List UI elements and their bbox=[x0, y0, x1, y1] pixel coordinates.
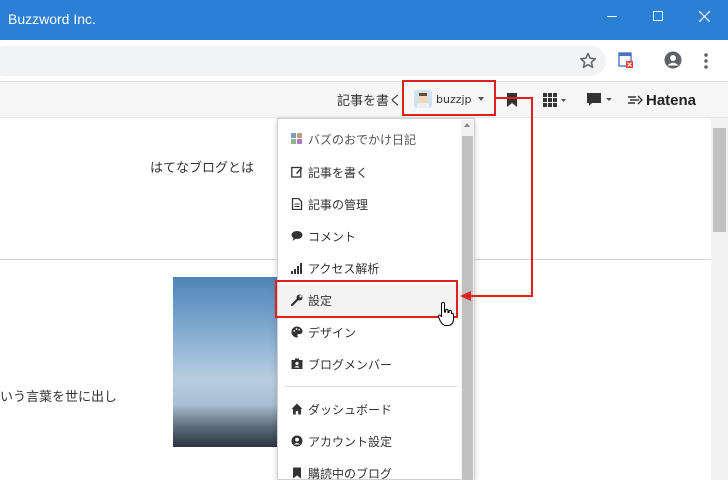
user-menu-highlight bbox=[402, 80, 496, 116]
maximize-button[interactable] bbox=[635, 0, 681, 32]
menu-item-comments[interactable]: コメント bbox=[278, 220, 461, 252]
menu-item-account-settings[interactable]: アカウント設定 bbox=[278, 425, 461, 457]
menu-divider bbox=[285, 386, 457, 387]
maximize-icon bbox=[653, 11, 663, 21]
close-button[interactable] bbox=[681, 0, 727, 32]
address-bar[interactable] bbox=[0, 46, 606, 76]
bookmark-icon bbox=[290, 466, 304, 480]
notification-icon[interactable] bbox=[586, 92, 614, 108]
menu-item-label: 購読中のブログ bbox=[308, 466, 393, 480]
more-menu-icon[interactable] bbox=[700, 51, 712, 71]
profile-icon[interactable] bbox=[663, 50, 683, 70]
signal-icon bbox=[290, 261, 304, 275]
dropdown-scrollbar-thumb[interactable] bbox=[462, 136, 473, 480]
palette-icon bbox=[290, 325, 304, 339]
menu-item-label: アカウント設定 bbox=[308, 434, 393, 449]
document-icon bbox=[290, 197, 304, 211]
edit-icon bbox=[290, 165, 304, 179]
article-body-text: いう言葉を世に出し bbox=[0, 390, 118, 405]
write-article-link[interactable]: 記事を書く bbox=[337, 90, 402, 109]
menu-item-label: デザイン bbox=[308, 325, 357, 340]
menu-item-label: 記事を書く bbox=[308, 165, 369, 180]
star-icon[interactable] bbox=[578, 51, 598, 71]
user-circle-icon bbox=[290, 434, 304, 448]
members-icon bbox=[290, 357, 304, 371]
menu-item-label: アクセス解析 bbox=[308, 261, 380, 276]
about-hatena-blog-link[interactable]: はてなブログとは bbox=[150, 157, 254, 176]
hatena-logo-icon bbox=[628, 95, 643, 105]
menu-item-label: ダッシュボード bbox=[308, 402, 393, 417]
extension-icon[interactable] bbox=[616, 50, 636, 70]
bookmark-icon[interactable] bbox=[506, 92, 518, 108]
hand-pointer-icon bbox=[437, 301, 454, 326]
minimize-icon bbox=[607, 15, 617, 17]
menu-item-label: バズのおでかけ日記 bbox=[308, 132, 417, 147]
blog-icon bbox=[290, 132, 304, 146]
page-scrollbar-thumb[interactable] bbox=[713, 128, 726, 232]
hatena-logo[interactable]: Hatena bbox=[627, 90, 696, 110]
apps-grid-icon[interactable] bbox=[543, 93, 567, 107]
home-icon bbox=[290, 402, 304, 416]
article-image bbox=[173, 277, 277, 447]
scroll-up-arrow-icon[interactable] bbox=[464, 123, 470, 127]
minimize-button[interactable] bbox=[589, 0, 635, 32]
comment-icon bbox=[290, 229, 304, 243]
menu-item-dashboard[interactable]: ダッシュボード bbox=[278, 393, 461, 425]
menu-item-subscriptions[interactable]: 購読中のブログ bbox=[278, 457, 461, 480]
menu-item-blog-name[interactable]: バズのおでかけ日記 bbox=[278, 123, 461, 155]
menu-item-label: 記事の管理 bbox=[308, 197, 369, 212]
menu-item-design[interactable]: デザイン bbox=[278, 316, 461, 348]
settings-highlight bbox=[275, 280, 458, 318]
window-title: Buzzword Inc. bbox=[8, 11, 96, 27]
menu-item-members[interactable]: ブログメンバー bbox=[278, 348, 461, 380]
hatena-logo-text: Hatena bbox=[646, 91, 697, 109]
menu-item-label: ブログメンバー bbox=[308, 357, 393, 372]
close-icon bbox=[698, 10, 710, 22]
menu-item-label: コメント bbox=[308, 229, 357, 244]
menu-item-write[interactable]: 記事を書く bbox=[278, 156, 461, 188]
menu-item-manage[interactable]: 記事の管理 bbox=[278, 188, 461, 220]
